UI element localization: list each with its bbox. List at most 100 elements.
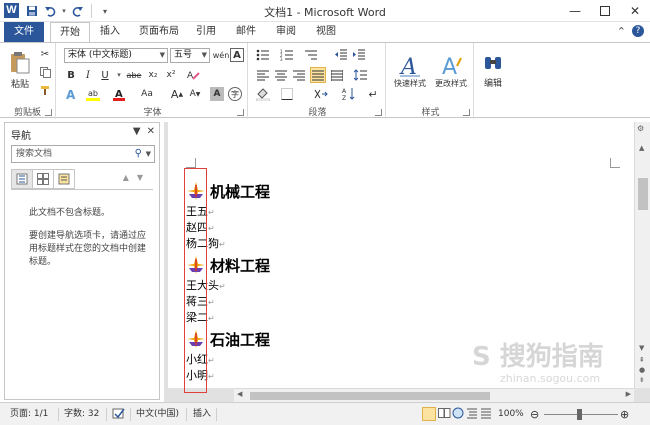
italic-button[interactable]: I (81, 68, 95, 82)
multilevel-list-icon[interactable] (304, 48, 318, 62)
character-shading-icon[interactable]: A (210, 87, 224, 101)
format-painter-icon[interactable] (38, 83, 52, 97)
search-icon[interactable]: ⚲ (135, 146, 142, 162)
styles-launcher[interactable] (463, 109, 470, 116)
list-item[interactable]: 梁二↵ (186, 310, 486, 326)
cut-icon[interactable]: ✂ (38, 47, 52, 61)
list-item[interactable]: 王五↵ (186, 204, 486, 220)
editing-button[interactable]: 编辑 (478, 45, 508, 97)
nav-search-input[interactable]: 搜索文档 ⚲ ▼ (11, 145, 155, 163)
highlight-icon[interactable]: ab (86, 87, 100, 101)
tab-review[interactable]: 审阅 (268, 22, 304, 42)
help-icon[interactable]: ? (632, 25, 644, 37)
web-layout-icon[interactable] (452, 407, 465, 422)
show-marks-icon[interactable]: ↵ (366, 87, 380, 101)
font-launcher[interactable] (237, 109, 244, 116)
browse-pages-tab[interactable] (32, 169, 54, 189)
save-icon[interactable] (24, 3, 40, 19)
tab-file[interactable]: 文件 (4, 22, 44, 42)
grow-font-button[interactable]: A ▲ (170, 87, 184, 101)
list-item[interactable]: 小红↵ (186, 352, 486, 368)
list-item[interactable]: 赵四↵ (186, 220, 486, 236)
tab-page-layout[interactable]: 页面布局 (132, 22, 186, 42)
browse-headings-tab[interactable] (11, 169, 33, 189)
font-color-icon[interactable]: A (112, 87, 126, 101)
strikethrough-button[interactable]: abe (124, 68, 144, 82)
scroll-down-icon[interactable]: ▼ (639, 344, 644, 352)
zoom-in-icon[interactable]: ⊕ (620, 407, 629, 422)
ruler-toggle-icon[interactable]: ⚙ (637, 124, 644, 133)
minimize-ribbon-icon[interactable]: ⌃ (617, 25, 626, 38)
customize-qat-icon[interactable]: ▾ (97, 3, 113, 19)
insert-mode[interactable]: 插入 (193, 407, 211, 422)
list-item[interactable]: 蒋三↵ (186, 294, 486, 310)
full-screen-reading-icon[interactable] (438, 407, 451, 422)
undo-dropdown-icon[interactable]: ▾ (60, 3, 68, 19)
increase-indent-icon[interactable] (352, 48, 366, 62)
font-name-combo[interactable]: 宋体 (中文标题) ▼ (64, 48, 168, 63)
underline-button[interactable]: U (98, 68, 112, 82)
nav-options-icon[interactable]: ▼ (133, 126, 141, 137)
shading-icon[interactable] (256, 87, 270, 101)
shrink-font-button[interactable]: A ▼ (188, 87, 202, 101)
phonetic-guide-icon[interactable]: wén (213, 48, 230, 62)
h-scroll-thumb[interactable] (250, 392, 490, 400)
word-app-icon[interactable]: W (4, 3, 19, 18)
bullets-icon[interactable] (256, 48, 270, 62)
close-button[interactable]: ✕ (620, 0, 650, 22)
undo-icon[interactable] (42, 3, 58, 19)
word-count[interactable]: 字数: 32 (64, 407, 99, 422)
chinese-layout-icon[interactable] (314, 87, 328, 101)
character-border-icon[interactable]: A (230, 48, 244, 62)
section-heading[interactable]: 石油工程 (186, 326, 486, 352)
enclose-characters-icon[interactable]: 字 (228, 87, 242, 101)
browse-results-tab[interactable] (53, 169, 75, 189)
align-left-icon[interactable] (256, 68, 270, 82)
zoom-slider-thumb[interactable] (577, 409, 582, 420)
decrease-indent-icon[interactable] (334, 48, 348, 62)
language-indicator[interactable]: 中文(中国) (136, 407, 179, 422)
borders-icon[interactable] (280, 87, 294, 101)
chevron-down-icon[interactable]: ▼ (146, 146, 151, 162)
justify-icon[interactable] (310, 67, 326, 83)
clipboard-launcher[interactable] (45, 109, 52, 116)
prev-page-icon[interactable]: ⇞ (639, 356, 645, 364)
list-item[interactable]: 杨二狗↵ (186, 236, 486, 252)
scroll-up-icon[interactable]: ▲ (639, 144, 644, 152)
clear-formatting-icon[interactable]: A (186, 68, 200, 82)
nav-prev-next[interactable]: ▲▼ (123, 173, 151, 182)
subscript-button[interactable]: x₂ (146, 68, 160, 82)
scroll-right-icon[interactable]: ▶ (626, 390, 631, 398)
bold-button[interactable]: B (64, 68, 78, 82)
print-layout-icon[interactable] (422, 407, 436, 421)
font-size-combo[interactable]: 五号 ▼ (170, 48, 210, 63)
maximize-button[interactable] (590, 0, 620, 22)
horizontal-scrollbar[interactable]: ◀ ▶ (234, 388, 634, 402)
tab-home[interactable]: 开始 (50, 22, 90, 43)
paragraph-launcher[interactable] (375, 109, 382, 116)
page-count[interactable]: 页面: 1/1 (10, 407, 48, 422)
change-case-button[interactable]: Aa (138, 87, 156, 101)
scroll-thumb[interactable] (638, 178, 648, 210)
outline-view-icon[interactable] (466, 407, 478, 422)
section-heading[interactable]: 材料工程 (186, 252, 486, 278)
section-heading[interactable]: 机械工程 (186, 178, 486, 204)
redo-icon[interactable] (70, 3, 86, 19)
browse-object-icon[interactable]: ● (639, 366, 645, 374)
proofing-icon[interactable] (112, 407, 126, 422)
zoom-out-icon[interactable]: ⊖ (530, 407, 539, 422)
tab-mailings[interactable]: 邮件 (228, 22, 264, 42)
nav-close-icon[interactable]: ✕ (147, 126, 155, 137)
tab-references[interactable]: 引用 (188, 22, 224, 42)
change-styles-button[interactable]: A 更改样式 (430, 45, 472, 97)
scroll-left-icon[interactable]: ◀ (237, 390, 242, 398)
vertical-scrollbar[interactable]: ⚙ ▲ ▼ ⇞ ● ⇟ (634, 122, 650, 388)
text-effects-icon[interactable]: A (64, 87, 78, 101)
minimize-button[interactable]: — (560, 0, 590, 22)
numbering-icon[interactable]: 123 (280, 48, 294, 62)
document-page[interactable]: 机械工程 王五↵ 赵四↵ 杨二狗↵ 材料工程 王大头↵ 蒋三↵ 梁二↵ 石油工程… (168, 122, 634, 393)
distributed-icon[interactable] (330, 68, 344, 82)
line-spacing-icon[interactable] (354, 68, 368, 82)
tab-view[interactable]: 视图 (308, 22, 344, 42)
draft-view-icon[interactable] (480, 407, 492, 422)
